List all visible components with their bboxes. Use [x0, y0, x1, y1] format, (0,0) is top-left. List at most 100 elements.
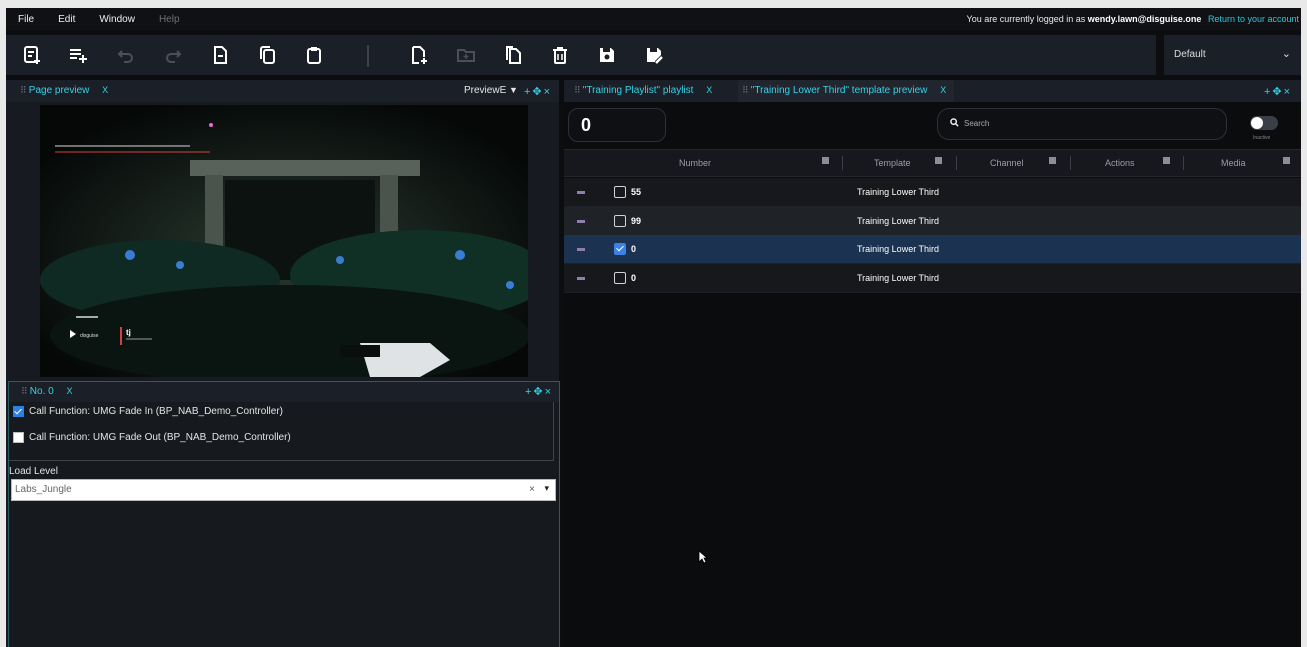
- search-icon: [950, 118, 959, 127]
- checkbox[interactable]: [13, 406, 24, 417]
- drag-handle-icon[interactable]: [577, 220, 585, 223]
- page-preview-tabbar: ⠿ Page preview X PreviewE ▼ +✥×: [6, 80, 559, 102]
- load-level-value: Labs_Jungle: [15, 484, 72, 495]
- copy-button[interactable]: [255, 43, 279, 67]
- redo-button[interactable]: [161, 43, 185, 67]
- trash-icon: [553, 47, 567, 64]
- tab-playlist-title: "Training Playlist" playlist: [582, 85, 694, 96]
- column-menu-icon[interactable]: [1283, 157, 1290, 164]
- table-row[interactable]: 99 Training Lower Third: [564, 207, 1301, 236]
- new-template-button[interactable]: [407, 43, 431, 67]
- row-checkbox[interactable]: [614, 186, 626, 198]
- duplicate-button[interactable]: [501, 43, 525, 67]
- clipboard-icon: [307, 47, 321, 64]
- column-menu-icon[interactable]: [1163, 157, 1170, 164]
- row-number: 0: [631, 244, 637, 254]
- page-preview-image: disguise tj: [40, 105, 528, 377]
- save-as-icon: [647, 48, 663, 64]
- checkbox[interactable]: [13, 432, 24, 443]
- column-media[interactable]: Media: [1221, 158, 1246, 168]
- search-input[interactable]: Search: [937, 108, 1227, 140]
- delete-button[interactable]: [548, 43, 572, 67]
- row-number: 99: [631, 216, 642, 226]
- row-checkbox[interactable]: [614, 243, 626, 255]
- drag-handle-icon[interactable]: [577, 191, 585, 194]
- menu-file[interactable]: File: [18, 14, 34, 25]
- close-icon[interactable]: X: [940, 85, 946, 95]
- drag-handle-icon[interactable]: [577, 248, 585, 251]
- chevron-down-icon[interactable]: ▾: [544, 483, 549, 494]
- new-document-button[interactable]: [208, 43, 232, 67]
- duplicate-icon: [506, 46, 521, 64]
- login-prefix: You are currently logged in as: [966, 14, 1086, 24]
- preview-view-select[interactable]: PreviewE ▼: [464, 85, 518, 96]
- column-number[interactable]: Number: [679, 158, 711, 168]
- column-menu-icon[interactable]: [1049, 157, 1056, 164]
- save-icon: [600, 48, 614, 62]
- tab-template-preview[interactable]: ⠿ "Training Lower Third" template previe…: [738, 80, 955, 102]
- table-row[interactable]: 0 Training Lower Third: [564, 264, 1301, 293]
- column-template[interactable]: Template: [874, 158, 911, 168]
- function-fade-in[interactable]: Call Function: UMG Fade In (BP_NAB_Demo_…: [13, 406, 283, 417]
- toolbar-separator: [367, 45, 369, 67]
- column-menu-icon[interactable]: [822, 157, 829, 164]
- table-header: Number Template Channel Actions Media: [564, 149, 1301, 177]
- menu-help[interactable]: Help: [159, 14, 180, 25]
- panel-controls[interactable]: +✥×: [524, 85, 552, 98]
- add-folder-button[interactable]: [454, 43, 478, 67]
- load-level-label: Load Level: [9, 466, 58, 477]
- column-divider: [1070, 156, 1071, 170]
- page-preview-tab[interactable]: ⠿ Page preview X: [20, 85, 108, 96]
- save-as-button[interactable]: [642, 43, 666, 67]
- toolbar: [6, 35, 1156, 75]
- column-actions[interactable]: Actions: [1105, 158, 1135, 168]
- panel-controls[interactable]: +✥×: [525, 385, 553, 398]
- row-template: Training Lower Third: [857, 244, 940, 254]
- row-number: 55: [631, 187, 642, 197]
- column-menu-icon[interactable]: [935, 157, 942, 164]
- row-template: Training Lower Third: [857, 273, 940, 283]
- clear-icon[interactable]: ×: [529, 484, 535, 495]
- paste-button[interactable]: [302, 43, 326, 67]
- table-row[interactable]: 55 Training Lower Third: [564, 178, 1301, 207]
- folder-add-icon: [457, 49, 475, 62]
- column-channel[interactable]: Channel: [990, 158, 1024, 168]
- tab-playlist[interactable]: ⠿ "Training Playlist" playlist X: [574, 85, 712, 96]
- row-number: 0: [631, 273, 637, 283]
- menu-window[interactable]: Window: [99, 14, 135, 25]
- row-template: Training Lower Third: [857, 187, 940, 197]
- search-placeholder: Search: [964, 119, 990, 128]
- chevron-down-icon: ⌄: [1281, 48, 1291, 60]
- menu-edit[interactable]: Edit: [58, 14, 75, 25]
- function-fade-out[interactable]: Call Function: UMG Fade Out (BP_NAB_Demo…: [13, 432, 291, 443]
- column-divider: [1183, 156, 1184, 170]
- table-row[interactable]: 0 Training Lower Third: [564, 235, 1301, 264]
- jungle-scene-image: disguise tj: [40, 105, 528, 377]
- copy-icon: [260, 46, 275, 64]
- item-panel-title: No. 0: [29, 386, 54, 397]
- undo-button[interactable]: [114, 43, 138, 67]
- panel-controls[interactable]: +✥×: [1264, 85, 1292, 98]
- row-checkbox[interactable]: [614, 272, 626, 284]
- preset-select[interactable]: Default ⌄: [1164, 35, 1301, 75]
- column-divider: [956, 156, 957, 170]
- drag-handle-icon[interactable]: [577, 277, 585, 280]
- preview-view-label: PreviewE: [464, 85, 507, 96]
- drag-handle-icon: ⠿: [20, 85, 27, 95]
- load-level-select[interactable]: Labs_Jungle × ▾: [11, 479, 556, 501]
- new-page-button[interactable]: [20, 43, 44, 67]
- item-properties-panel: ⠿ No. 0 X +✥× Call Function: UMG Fade In…: [8, 381, 560, 647]
- active-toggle[interactable]: [1250, 116, 1278, 130]
- close-icon[interactable]: X: [102, 85, 108, 95]
- item-panel-tab[interactable]: ⠿ No. 0 X: [21, 386, 72, 397]
- close-icon[interactable]: X: [706, 85, 712, 95]
- page-preview-title: Page preview: [28, 85, 90, 96]
- row-checkbox[interactable]: [614, 215, 626, 227]
- document-icon: [214, 46, 227, 64]
- function-label: Call Function: UMG Fade In (BP_NAB_Demo_…: [29, 406, 283, 417]
- add-to-playlist-button[interactable]: [66, 43, 90, 67]
- return-account-link[interactable]: Return to your account: [1208, 14, 1299, 24]
- counter-display[interactable]: 0: [568, 108, 666, 142]
- close-icon[interactable]: X: [66, 386, 72, 396]
- save-button[interactable]: [595, 43, 619, 67]
